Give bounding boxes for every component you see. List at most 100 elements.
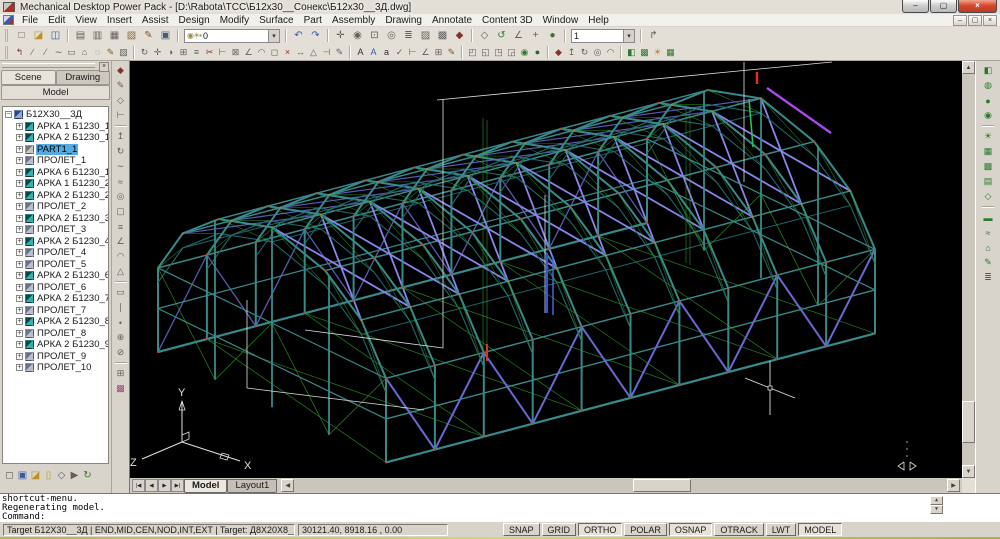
tree-item-ПРОЛЕТ_9[interactable]: +ПРОЛЕТ_9 bbox=[3, 351, 108, 363]
command-window[interactable]: shortcut-menu. Regenerating model. Comma… bbox=[0, 493, 1000, 521]
tree-expand-icon[interactable]: + bbox=[16, 169, 23, 176]
rectangle-button[interactable]: ▭ bbox=[65, 45, 78, 60]
tree-expand-icon[interactable]: + bbox=[16, 272, 23, 279]
notes-button[interactable]: ▯ bbox=[42, 468, 55, 483]
tab-drawing[interactable]: Drawing bbox=[56, 70, 111, 85]
menu-file[interactable]: File bbox=[17, 15, 43, 26]
zoom-previous-button[interactable]: ◎ bbox=[383, 28, 400, 43]
tree-expand-icon[interactable]: + bbox=[16, 123, 23, 130]
menu-help[interactable]: Help bbox=[583, 15, 614, 26]
menu-annotate[interactable]: Annotate bbox=[427, 15, 477, 26]
tree-item-ПРОЛЕТ_3[interactable]: +ПРОЛЕТ_3 bbox=[3, 224, 108, 236]
revolve-button[interactable]: ↻ bbox=[113, 144, 129, 159]
menu-part[interactable]: Part bbox=[299, 15, 327, 26]
tree-item-ПРОЛЕТ_10[interactable]: +ПРОЛЕТ_10 bbox=[3, 362, 108, 374]
fog-button[interactable]: ≈ bbox=[980, 225, 996, 240]
menu-insert[interactable]: Insert bbox=[102, 15, 137, 26]
horizontal-scroll-thumb[interactable] bbox=[633, 479, 691, 492]
extrude-button[interactable]: ↥ bbox=[565, 45, 578, 60]
offset-button[interactable]: ≡ bbox=[190, 45, 203, 60]
tree-item-АРКА 2 Б1230_9[interactable]: +АРКА 2 Б1230_9 bbox=[3, 339, 108, 351]
tree-expand-icon[interactable]: + bbox=[16, 238, 23, 245]
mapping-button[interactable]: ◇ bbox=[980, 189, 996, 204]
profile-button[interactable]: ◇ bbox=[113, 93, 129, 108]
tree-expand-icon[interactable]: + bbox=[16, 364, 23, 371]
render-button[interactable]: ◧ bbox=[625, 45, 638, 60]
tree-item-ПРОЛЕТ_7[interactable]: +ПРОЛЕТ_7 bbox=[3, 305, 108, 317]
viewport-canvas[interactable]: YXZ bbox=[130, 61, 962, 478]
tree-item-ПРОЛЕТ_5[interactable]: +ПРОЛЕТ_5 bbox=[3, 259, 108, 271]
single-text-button[interactable]: A bbox=[354, 45, 367, 60]
tree-item-АРКА 2 Б1230_8[interactable]: +АРКА 2 Б1230_8 bbox=[3, 316, 108, 328]
pencil-edit-button[interactable]: ✎ bbox=[104, 45, 117, 60]
open-file-button[interactable]: ◪ bbox=[30, 28, 47, 43]
join-button[interactable]: ⊣ bbox=[320, 45, 333, 60]
extend-button[interactable]: ⊢ bbox=[216, 45, 229, 60]
sketch-button[interactable]: ✎ bbox=[113, 78, 129, 93]
tree-item-ПРОЛЕТ_2[interactable]: +ПРОЛЕТ_2 bbox=[3, 201, 108, 213]
zoom-object-button[interactable]: ◌ bbox=[91, 45, 104, 60]
loft-button[interactable]: ≈ bbox=[113, 174, 129, 189]
update-part-button[interactable]: ↻ bbox=[81, 468, 94, 483]
lights-button[interactable]: ☀ bbox=[651, 45, 664, 60]
rib-button[interactable]: ≡ bbox=[113, 219, 129, 234]
text-style-button[interactable]: a bbox=[380, 45, 393, 60]
sketch-2d-button[interactable]: ↰ bbox=[13, 45, 26, 60]
select-arrow-button[interactable]: ▶ bbox=[68, 468, 81, 483]
toggle-shading-button[interactable]: ◇ bbox=[55, 468, 68, 483]
hatch-button[interactable]: ▨ bbox=[117, 45, 130, 60]
tree-item-Б12X30__3Д[interactable]: −Б12X30__3Д bbox=[3, 109, 108, 121]
tree-expand-icon[interactable]: + bbox=[16, 134, 23, 141]
layer-manager-button[interactable]: ≣ bbox=[400, 28, 417, 43]
chamfer-3d-button[interactable]: △ bbox=[113, 264, 129, 279]
tree-expand-icon[interactable]: + bbox=[16, 295, 23, 302]
tree-expand-icon[interactable]: + bbox=[16, 284, 23, 291]
stretch-button[interactable]: ↔ bbox=[294, 45, 307, 60]
render-quick-button[interactable]: ● bbox=[544, 28, 561, 43]
menu-surface[interactable]: Surface bbox=[254, 15, 298, 26]
tab-model[interactable]: Model bbox=[184, 479, 227, 493]
tree-item-ПРОЛЕТ_6[interactable]: +ПРОЛЕТ_6 bbox=[3, 282, 108, 294]
minimize-button[interactable]: – bbox=[902, 0, 929, 13]
menu-design[interactable]: Design bbox=[174, 15, 215, 26]
view-iso-button[interactable]: ◳ bbox=[492, 45, 505, 60]
toolbody-button[interactable]: ◆ bbox=[451, 28, 468, 43]
scroll-left-icon[interactable]: ◀ bbox=[281, 479, 294, 492]
tree-expand-icon[interactable]: + bbox=[16, 318, 23, 325]
face-draft-button[interactable]: ∠ bbox=[113, 234, 129, 249]
panel-grip[interactable] bbox=[2, 63, 95, 68]
tree-item-АРКА 2 Б1230_6[interactable]: +АРКА 2 Б1230_6 bbox=[3, 270, 108, 282]
erase-part-button[interactable]: ◻ bbox=[3, 468, 16, 483]
background-button[interactable]: ▬ bbox=[980, 210, 996, 225]
zoom-realtime-button[interactable]: ◉ bbox=[349, 28, 366, 43]
spline-combo[interactable]: 1▾ bbox=[571, 29, 635, 43]
dimension-button[interactable]: ⊢ bbox=[113, 108, 129, 123]
menu-content-3d[interactable]: Content 3D bbox=[477, 15, 538, 26]
move-button[interactable]: ✛ bbox=[151, 45, 164, 60]
toggle-ortho[interactable]: ORTHO bbox=[578, 523, 622, 536]
tree-item-ПРОЛЕТ_8[interactable]: +ПРОЛЕТ_8 bbox=[3, 328, 108, 340]
tab-scene[interactable]: Scene bbox=[1, 70, 56, 85]
materials-library-button[interactable]: ▤ bbox=[980, 174, 996, 189]
named-views-2-button[interactable]: ◲ bbox=[505, 45, 518, 60]
toggle-polar[interactable]: POLAR bbox=[624, 523, 667, 536]
toggle-model[interactable]: MODEL bbox=[798, 523, 842, 536]
spell-check-button[interactable]: ✓ bbox=[393, 45, 406, 60]
tree-item-PART1_1[interactable]: +PART1_1 bbox=[3, 144, 108, 156]
fillet-3d-button[interactable]: ◠ bbox=[113, 249, 129, 264]
tree-item-ПРОЛЕТ_4[interactable]: +ПРОЛЕТ_4 bbox=[3, 247, 108, 259]
work-point-button[interactable]: • bbox=[113, 315, 129, 330]
statistics-button[interactable]: ≣ bbox=[980, 270, 996, 285]
new-part-button[interactable]: ◆ bbox=[552, 45, 565, 60]
hole-button[interactable]: ◎ bbox=[113, 189, 129, 204]
lights-button[interactable]: ☀ bbox=[980, 129, 996, 144]
new-file-button[interactable]: □ bbox=[13, 28, 30, 43]
tree-expand-icon[interactable]: + bbox=[16, 307, 23, 314]
toolbar-grip[interactable] bbox=[5, 29, 10, 42]
toggle-snap[interactable]: SNAP bbox=[503, 523, 540, 536]
assembly-catalog-button[interactable]: ▣ bbox=[16, 468, 29, 483]
command-scrollbar[interactable]: ▲ ▼ bbox=[930, 496, 943, 515]
redo-button[interactable]: ↷ bbox=[307, 28, 324, 43]
dim-linear-button[interactable]: ⊢ bbox=[406, 45, 419, 60]
tab-prev-button[interactable]: ◀ bbox=[145, 479, 158, 492]
